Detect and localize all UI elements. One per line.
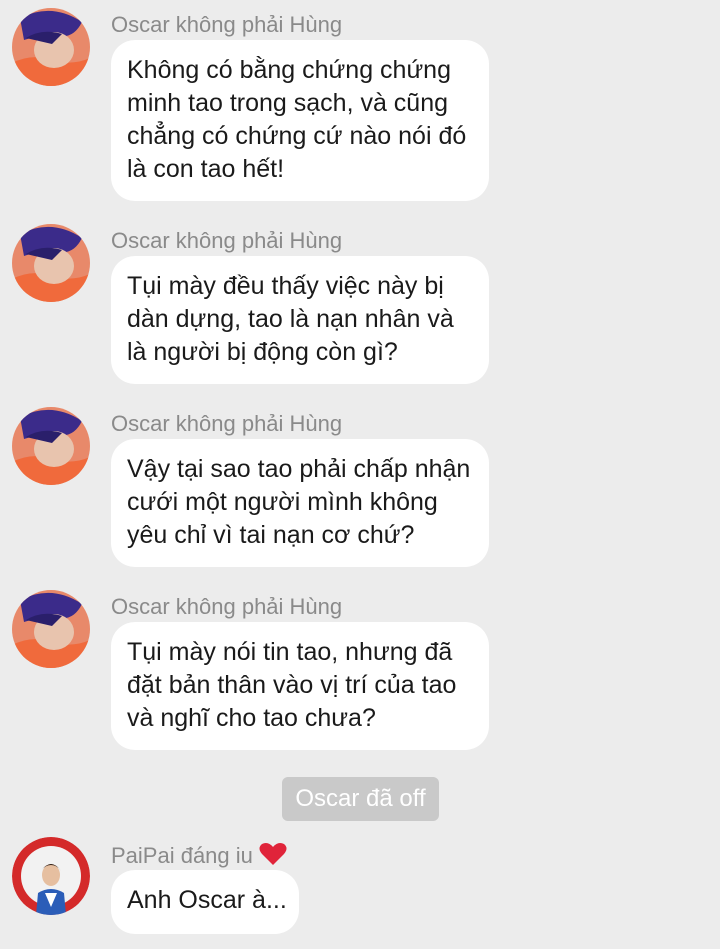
sender-name: Oscar không phải Hùng xyxy=(111,594,343,619)
oscar-avatar-image xyxy=(12,407,90,485)
avatar[interactable] xyxy=(12,837,90,915)
message-line: là người bị động còn gì? xyxy=(127,338,398,366)
avatar[interactable] xyxy=(12,8,90,86)
sender-name: Oscar không phải Hùng xyxy=(111,228,343,253)
message-line: Vậy tại sao tao phải chấp nhận xyxy=(127,455,471,483)
message-bubble[interactable]: Anh Oscar à... xyxy=(111,870,299,934)
message-line: Tụi mày đều thấy việc này bị xyxy=(127,272,444,300)
sender-name: Oscar không phải Hùng xyxy=(111,12,343,37)
paipai-avatar-image xyxy=(12,837,90,915)
sender-name: Oscar không phải Hùng xyxy=(111,411,343,436)
message-line: dàn dựng, tao là nạn nhân và xyxy=(127,305,454,333)
oscar-avatar-image xyxy=(12,590,90,668)
message-line: Anh Oscar à... xyxy=(127,886,287,914)
message-line: cưới một người mình không xyxy=(127,488,438,516)
message-line: và nghĩ cho tao chưa? xyxy=(127,704,376,732)
message-line: yêu chỉ vì tai nạn cơ chứ? xyxy=(127,521,415,549)
sender-name-text: PaiPai đáng iu xyxy=(111,843,253,868)
oscar-avatar-image xyxy=(12,224,90,302)
offline-status-badge: Oscar đã off xyxy=(282,777,439,821)
avatar[interactable] xyxy=(12,590,90,668)
message-bubble[interactable]: Không có bằng chứng chứng minh tao trong… xyxy=(111,40,489,201)
message-bubble[interactable]: Vậy tại sao tao phải chấp nhận cưới một … xyxy=(111,439,489,567)
message-bubble[interactable]: Tụi mày đều thấy việc này bị dàn dựng, t… xyxy=(111,256,489,384)
oscar-avatar-image xyxy=(12,8,90,86)
avatar[interactable] xyxy=(12,224,90,302)
heart-icon xyxy=(259,842,287,872)
message-bubble[interactable]: Tụi mày nói tin tao, nhưng đã đặt bản th… xyxy=(111,622,489,750)
message-line: chẳng có chứng cứ nào nói đó xyxy=(127,122,467,150)
sender-name: PaiPai đáng iu xyxy=(111,842,287,872)
message-line: Tụi mày nói tin tao, nhưng đã xyxy=(127,638,453,666)
avatar[interactable] xyxy=(12,407,90,485)
message-line: Không có bằng chứng chứng xyxy=(127,56,451,84)
message-line: là con tao hết! xyxy=(127,155,285,183)
message-line: đặt bản thân vào vị trí của tao xyxy=(127,671,457,699)
message-line: minh tao trong sạch, và cũng xyxy=(127,89,449,117)
